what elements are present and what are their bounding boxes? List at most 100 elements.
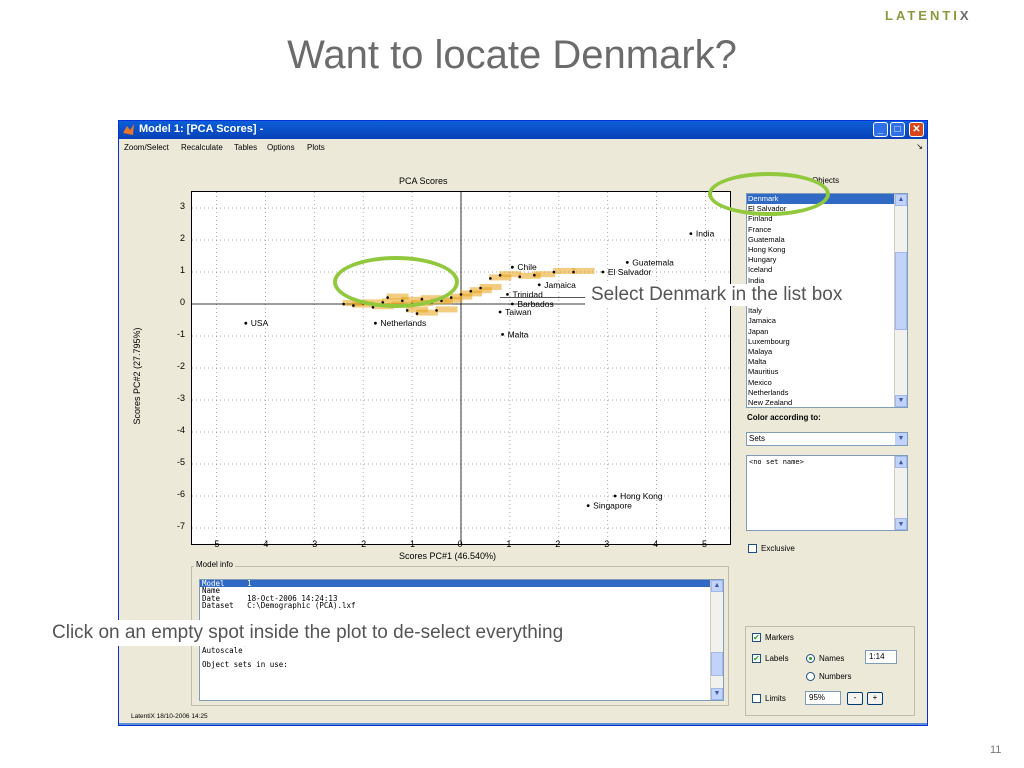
window-title: Model 1: [PCA Scores] - [139,123,264,135]
info-scrollbar[interactable]: ▲ ▼ [710,580,723,700]
maximize-button[interactable]: □ [890,122,905,137]
x-tick-label: 1 [506,539,512,549]
markers-checkbox[interactable]: ✔ [752,633,761,642]
scroll-down-icon[interactable]: ▼ [895,395,907,407]
set-scrollbar[interactable]: ▲ ▼ [894,456,907,530]
names-radio[interactable] [806,654,815,663]
cluster-point[interactable] [342,302,345,306]
cluster-point[interactable] [572,270,575,274]
score-point[interactable] [501,333,504,336]
limits-decrease-button[interactable]: - [847,692,863,705]
menu-tables[interactable]: Tables [234,143,257,152]
cluster-label-blob [415,309,438,316]
cluster-point[interactable] [435,309,438,312]
highlight-ring-cluster [333,256,459,308]
x-tick-label: 4 [653,539,659,549]
model-info-line: Model 1 [200,580,723,587]
cluster-point[interactable] [449,296,453,299]
set-scroll-down-icon[interactable]: ▼ [895,518,907,530]
objects-list-item[interactable]: Jamaica [747,316,907,326]
set-listbox[interactable]: <no set name> ▲ ▼ [746,455,908,531]
objects-list-item[interactable]: Italy [747,306,907,316]
score-point[interactable] [498,310,502,314]
minimize-button[interactable]: _ [873,122,888,137]
cluster-point[interactable] [415,312,419,315]
latentix-logo: LATENTIX [885,8,972,23]
score-point[interactable] [613,494,617,498]
objects-list-item[interactable]: Iceland [747,265,907,275]
score-point[interactable] [374,321,377,325]
cluster-point[interactable] [479,286,482,290]
scroll-thumb[interactable] [895,252,907,330]
point-label: Jamaica [544,280,576,290]
cluster-point[interactable] [459,293,463,296]
scroll-up-icon[interactable]: ▲ [895,194,907,206]
set-name-item[interactable]: <no set name> [749,458,804,466]
cluster-point[interactable] [405,309,409,312]
limits-checkbox[interactable] [752,694,761,703]
chevron-down-icon[interactable]: ▼ [895,433,907,445]
objects-list-item[interactable]: Hungary [747,255,907,265]
x-tick-label: -5 [211,539,220,549]
cluster-label-blob [552,268,575,274]
objects-scrollbar[interactable]: ▲ ▼ [894,194,907,407]
objects-list-item[interactable]: New Zealand [747,398,907,407]
plot-canvas[interactable]: IndiaGuatemalaEl SalvadorChileJamaicaTri… [192,192,730,544]
window-titlebar[interactable]: Model 1: [PCA Scores] - _ □ ✕ [119,121,927,139]
objects-list-item[interactable]: Luxembourg [747,337,907,347]
x-tick-label: 2 [555,539,561,549]
score-point[interactable] [510,302,514,306]
score-point[interactable] [244,321,248,325]
objects-list-item[interactable]: Mauritius [747,367,907,377]
score-point[interactable] [506,293,509,296]
objects-list-item[interactable]: Netherlands [747,388,907,398]
model-info-line: Dataset C:\Demographic (PCA).lxf [202,601,356,611]
point-label: India [696,229,715,239]
menu-overflow-icon[interactable]: ↘ [916,142,923,151]
numbers-radio[interactable] [806,672,815,681]
menu-options[interactable]: Options [267,143,295,152]
objects-list-item[interactable]: Guatemala [747,235,907,245]
set-scroll-up-icon[interactable]: ▲ [895,456,907,468]
close-button[interactable]: ✕ [909,122,924,137]
score-point[interactable] [586,504,590,507]
objects-list-item[interactable]: Hong Kong [747,245,907,255]
cluster-point[interactable] [552,270,556,274]
menu-plots[interactable]: Plots [307,143,325,152]
pca-scores-plot[interactable]: India Guatemala El Salvador Chile Jamaica Tri… [191,191,731,545]
cluster-point[interactable] [352,304,355,307]
info-scroll-thumb[interactable] [711,652,723,676]
score-point[interactable] [601,270,605,274]
color-select[interactable]: Sets ▼ [746,432,908,446]
cluster-point[interactable] [498,273,502,277]
cluster-point[interactable] [469,289,473,293]
score-point[interactable] [510,265,514,269]
info-scroll-up-icon[interactable]: ▲ [711,580,723,592]
score-point[interactable] [625,261,629,264]
x-tick-label: 5 [702,539,708,549]
range-input[interactable]: 1:14 [865,650,897,664]
exclusive-checkbox[interactable] [748,544,757,553]
cluster-point[interactable] [533,273,536,277]
callout-leader-line [500,297,585,298]
labels-checkbox[interactable]: ✔ [752,654,761,663]
limits-increase-button[interactable]: + [867,692,883,705]
cluster-point[interactable] [489,277,492,280]
cluster-point[interactable] [518,275,521,279]
objects-list-item[interactable]: Japan [747,327,907,337]
objects-list-item[interactable]: Mexico [747,378,907,388]
y-tick-label: -3 [176,393,185,403]
menu-recalculate[interactable]: Recalculate [181,143,223,152]
limits-input[interactable]: 95% [805,691,841,705]
objects-list-item[interactable]: Malaya [747,347,907,357]
score-point[interactable] [689,232,693,235]
score-point[interactable] [537,283,541,287]
info-scroll-down-icon[interactable]: ▼ [711,688,723,700]
menu-zoom-select[interactable]: Zoom/Select [124,143,169,152]
objects-list-item[interactable]: France [747,225,907,235]
objects-list-item[interactable]: Malta [747,357,907,367]
callout-select-denmark: Select Denmark in the list box [585,284,849,306]
exclusive-label: Exclusive [761,544,795,553]
y-tick-label: -6 [176,489,185,499]
x-tick-label: 0 [457,539,463,549]
